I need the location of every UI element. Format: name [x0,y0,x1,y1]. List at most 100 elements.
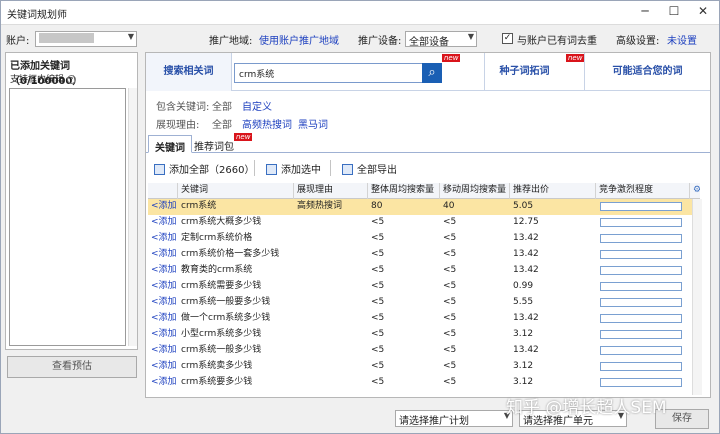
reason-dark-horse-option[interactable]: 黑马词 [298,116,328,131]
cell-bid: 3.12 [513,329,534,339]
add-link[interactable]: <添加 [148,247,178,263]
cell-bid: 13.42 [513,233,539,243]
close-icon[interactable]: ✕ [693,4,713,18]
add-link[interactable]: <添加 [148,327,178,343]
tab-search-related[interactable]: 搜索相关词 [146,53,232,91]
gear-icon[interactable]: ⚙ [690,183,700,199]
export-all-button[interactable]: 全部导出 [342,161,397,176]
cell-mobile-volume: 40 [443,201,455,211]
device-select[interactable]: 全部设备 ▼ [405,31,477,48]
search-mode-tabs: 搜索相关词 crm系统 ⌕ new 种子词拓词 new 可能适合您的词 [146,53,710,91]
competition-bar [600,314,682,323]
tab-keywords[interactable]: 关键词 [148,135,192,154]
cell-keyword: crm系统大概多少钱 [181,217,262,227]
table-row[interactable]: <添加 小型crm系统多少钱 <5 <5 3.12 [148,327,700,343]
add-link[interactable]: <添加 [148,311,178,327]
add-link[interactable]: <添加 [148,199,178,215]
header-reason[interactable]: 展现理由 [294,183,368,199]
add-link[interactable]: <添加 [148,215,178,231]
cell-reason [294,311,368,327]
add-link[interactable]: <添加 [148,343,178,359]
cell-reason: 高频热搜词 [297,201,343,211]
table-scrollbar[interactable] [692,199,702,395]
competition-bar [600,202,682,211]
left-scrollbar[interactable] [128,88,137,346]
new-badge: new [442,54,461,62]
cell-overall-volume: <5 [371,265,385,275]
account-label: 账户: [6,36,30,47]
cell-mobile-volume: <5 [443,377,457,387]
table-row[interactable]: <添加 教育类的crm系统 <5 <5 13.42 [148,263,700,279]
table-row[interactable]: <添加 crm系统价格一套多少钱 <5 <5 13.42 [148,247,700,263]
table-row[interactable]: <添加 定制crm系统价格 <5 <5 13.42 [148,231,700,247]
cell-bid: 3.12 [513,377,534,387]
add-selected-button[interactable]: 添加选中 [266,161,321,176]
competition-bar [600,250,682,259]
include-all-option[interactable]: 全部 [212,98,232,113]
inline-edit-hint-text: 支持框内编辑 [10,75,65,85]
tab-recommend-pack[interactable]: 推荐词包 [188,135,240,153]
add-link[interactable]: <添加 [148,375,178,391]
advanced-link[interactable]: 未设置 [667,32,697,47]
table-row[interactable]: <添加 crm系统卖多少钱 <5 <5 3.12 [148,359,700,375]
table-row[interactable]: <添加 crm系统要多少钱 <5 <5 3.12 [148,375,700,391]
header-overall-volume[interactable]: 整体周均搜索量 [368,183,440,199]
cell-reason [294,263,368,279]
cell-bid: 13.42 [513,345,539,355]
added-keywords-editor[interactable] [9,88,126,346]
preview-button[interactable]: 查看预估 [7,356,137,378]
dedupe-checkbox[interactable]: ✓ [502,33,513,44]
new-badge: new [234,133,253,141]
result-tabs: 关键词 推荐词包 new [146,133,710,154]
header-keyword[interactable]: 关键词 [178,183,294,199]
add-all-button[interactable]: 添加全部（2660） [154,161,254,176]
include-custom-option[interactable]: 自定义 [242,98,272,113]
search-input[interactable]: crm系统 [234,63,442,83]
cell-overall-volume: <5 [371,217,385,227]
export-icon [342,164,353,175]
help-icon[interactable]: ? [66,75,76,84]
reason-hot-option[interactable]: 高频热搜词 [242,116,292,131]
cell-keyword: 小型crm系统多少钱 [181,329,262,339]
table-row[interactable]: <添加 crm系统大概多少钱 <5 <5 12.75 [148,215,700,231]
cell-bid: 5.05 [513,201,534,211]
header-competition[interactable]: 竞争激烈程度 [596,183,690,199]
tab-suitable-words[interactable]: 可能适合您的词 [584,53,710,91]
add-link[interactable]: <添加 [148,231,178,247]
add-link[interactable]: <添加 [148,359,178,375]
competition-bar [600,218,682,227]
tab-seed-expand[interactable]: 种子词拓词 [484,53,564,91]
account-select[interactable]: ▼ [35,31,137,47]
title-bar: 关键词规划师 ─ ☐ ✕ [1,1,719,25]
cell-bid: 5.55 [513,297,534,307]
table-row[interactable]: <添加 crm系统一般多少钱 <5 <5 13.42 [148,343,700,359]
region-link[interactable]: 使用账户推广地域 [259,32,339,47]
reason-all-option[interactable]: 全部 [212,116,232,131]
cell-keyword: 教育类的crm系统 [181,265,253,275]
table-row[interactable]: <添加 做一个crm系统多少钱 <5 <5 13.42 [148,311,700,327]
add-link[interactable]: <添加 [148,295,178,311]
maximize-icon[interactable]: ☐ [664,4,684,18]
plan-select[interactable]: 请选择推广计划 ▼ [395,410,513,427]
search-icon[interactable]: ⌕ [422,63,442,83]
competition-bar [600,266,682,275]
keyword-search-panel: 搜索相关词 crm系统 ⌕ new 种子词拓词 new 可能适合您的词 包含关键… [145,52,711,398]
table-row[interactable]: <添加 crm系统需要多少钱 <5 <5 0.99 [148,279,700,295]
cell-overall-volume: 80 [371,201,383,211]
cell-reason [294,231,368,247]
header-mobile-volume[interactable]: 移动周均搜索量 [440,183,510,199]
toolbar-divider [330,160,331,176]
add-link[interactable]: <添加 [148,279,178,295]
top-settings-bar: 账户: ▼ 推广地域: 使用账户推广地域 推广设备: 全部设备 ▼ ✓ 与账户已… [1,28,719,50]
header-bid[interactable]: 推荐出价 [510,183,596,199]
table-row[interactable]: <添加 crm系统 高频热搜词 80 40 5.05 [148,199,700,215]
cell-bid: 0.99 [513,281,534,291]
cell-bid: 3.12 [513,361,534,371]
add-link[interactable]: <添加 [148,263,178,279]
competition-bar [600,282,682,291]
table-row[interactable]: <添加 crm系统一般要多少钱 <5 <5 5.55 [148,295,700,311]
cell-bid: 12.75 [513,217,539,227]
include-keyword-label: 包含关键词: [156,102,210,113]
add-all-label: 添加全部（2660） [169,165,255,176]
minimize-icon[interactable]: ─ [635,4,655,18]
